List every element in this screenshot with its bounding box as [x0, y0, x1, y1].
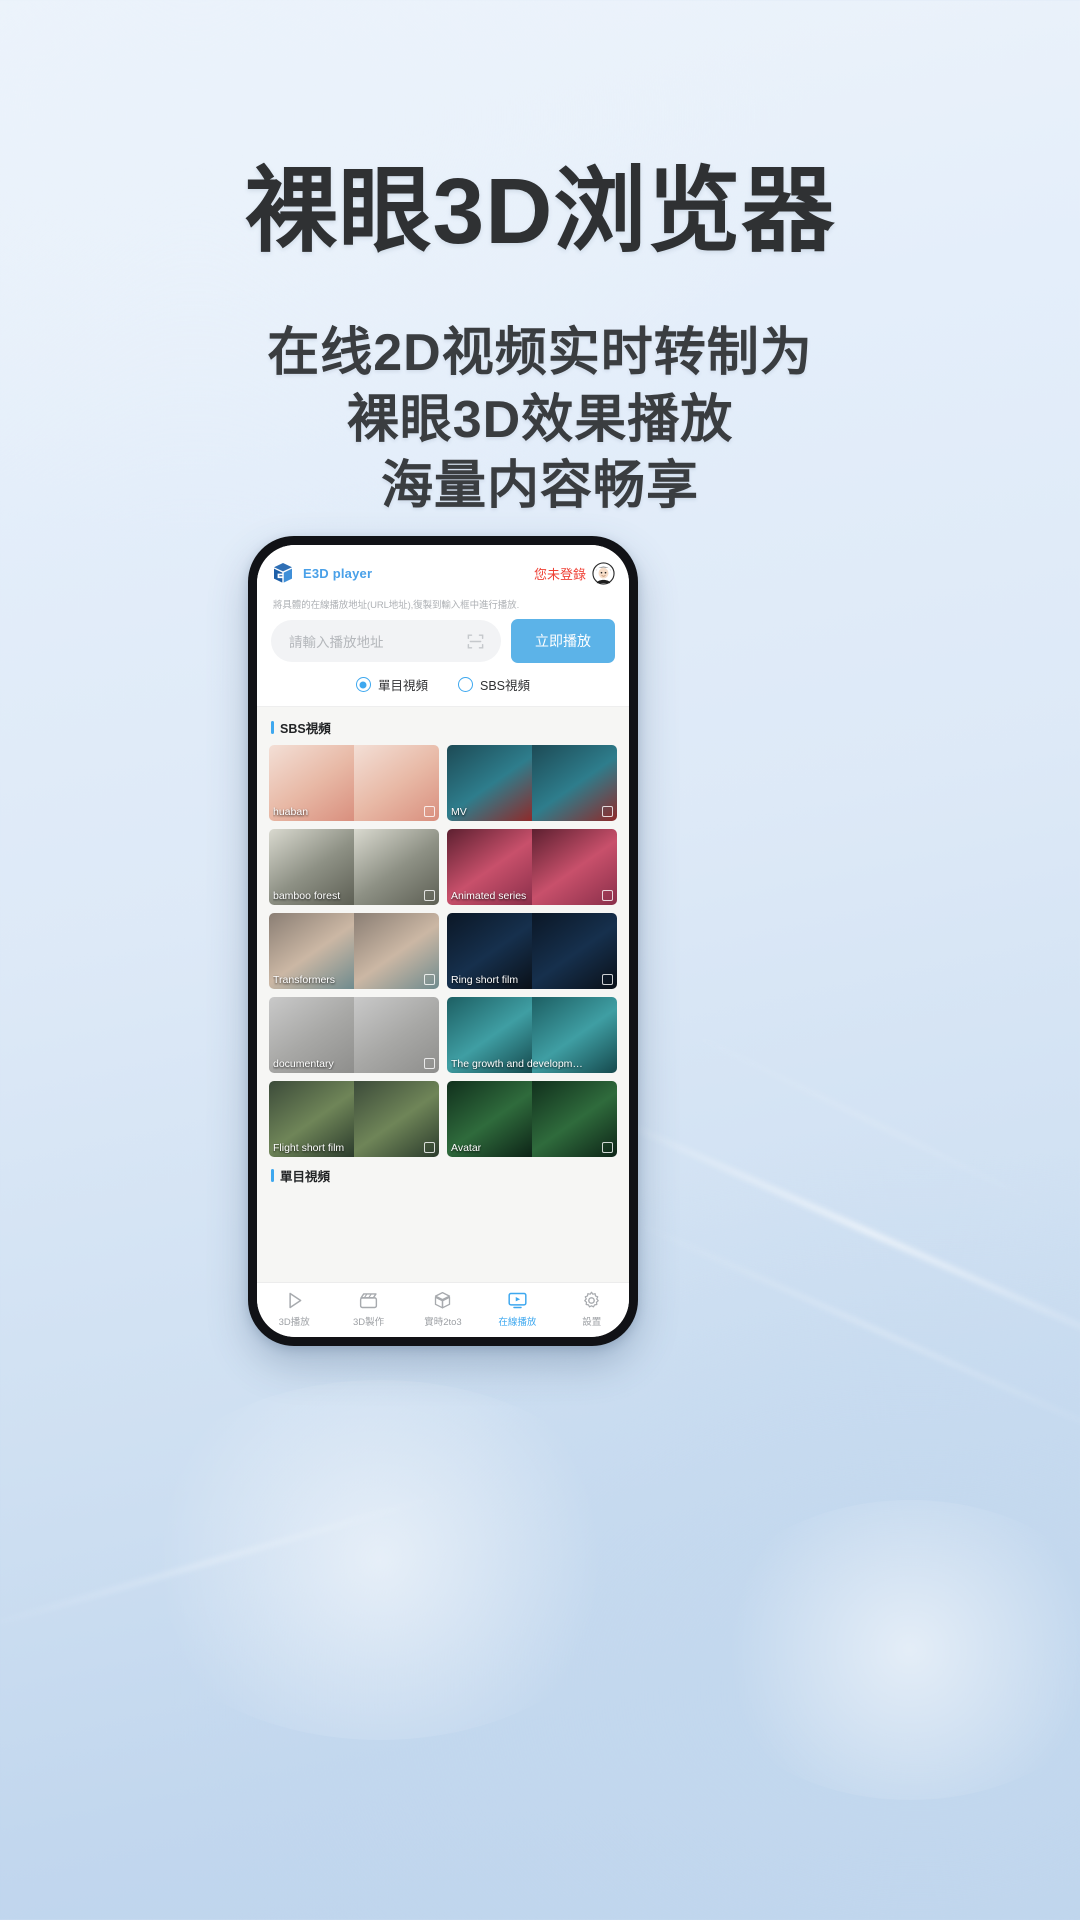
mode-radio-group: 單目視頻 SBS視頻 [257, 675, 629, 707]
cube-convert-icon[interactable] [432, 1290, 453, 1311]
gear-icon[interactable] [581, 1290, 602, 1311]
subtitle-line-3: 海量内容畅享 [380, 457, 699, 516]
user-avatar-icon[interactable] [592, 561, 615, 585]
video-title: huaban [273, 806, 309, 818]
account-status[interactable]: 您未登錄 [534, 561, 615, 585]
play-triangle-icon[interactable] [284, 1290, 305, 1311]
page-title: 裸眼3D浏览器 [244, 159, 836, 263]
tab-5[interactable]: 設置 [558, 1290, 626, 1328]
background-glow [700, 1500, 1080, 1800]
tab-label: 實時2to3 [424, 1317, 462, 1328]
stereo-badge-icon [602, 1142, 613, 1153]
video-title: Transformers [273, 974, 336, 986]
section-accent-bar [271, 721, 274, 734]
radio-dot-icon[interactable] [458, 677, 473, 692]
stereo-badge-icon [424, 890, 435, 901]
stereo-badge-icon [602, 890, 613, 901]
tab-4[interactable]: 在線播放 [483, 1290, 551, 1328]
video-tile[interactable]: MV [447, 745, 617, 821]
radio-label-mono: 單目視頻 [377, 679, 428, 693]
video-tile[interactable]: Avatar [447, 1081, 617, 1157]
section-accent-bar [271, 1169, 274, 1182]
bottom-tab-bar: 3D播放 3D製作 實時2to3 在線播放 設置 [257, 1282, 629, 1337]
search-input[interactable]: 請輸入播放地址 [271, 620, 501, 662]
radio-option-mono[interactable]: 單目視頻 [355, 675, 428, 694]
background-light-streak [585, 1104, 1080, 1361]
video-tile[interactable]: Transformers [269, 913, 439, 989]
stereo-badge-icon [424, 806, 435, 817]
scan-qr-icon[interactable] [466, 632, 485, 651]
tab-label: 3D播放 [278, 1317, 310, 1328]
address-placeholder: 請輸入播放地址 [289, 635, 384, 650]
tab-label: 3D製作 [353, 1317, 385, 1328]
tab-label: 設置 [582, 1317, 602, 1328]
stereo-badge-icon [424, 974, 435, 985]
video-title: MV [451, 806, 467, 818]
video-title: bamboo forest [273, 890, 341, 902]
subtitle-line-1: 在线2D视频实时转制为 [267, 324, 813, 383]
monitor-play-icon[interactable] [507, 1290, 528, 1311]
video-tile[interactable]: huaban [269, 745, 439, 821]
video-tile[interactable]: documentary [269, 997, 439, 1073]
phone-mockup: E3D player 您未登錄 將具體的在線播放地址(URL地址),復製到輸入框… [248, 536, 638, 1346]
tab-2[interactable]: 3D製作 [335, 1290, 403, 1328]
stereo-badge-icon [602, 806, 613, 817]
video-title: Ring short film [451, 974, 519, 986]
film-clapper-icon[interactable] [358, 1290, 379, 1311]
background-light-streak [623, 1216, 1080, 1447]
video-title: Avatar [451, 1142, 482, 1154]
background-light-streak [680, 1028, 1060, 1214]
page-subtitle: 在线2D视频实时转制为 裸眼3D效果播放 海量内容畅享 [0, 320, 1080, 520]
tab-label: 在線播放 [498, 1317, 537, 1328]
video-grid: huaban MV bamboo forest Animated series Tran… [257, 745, 629, 1157]
cube-3d-icon [271, 561, 295, 585]
app-header: E3D player 您未登錄 [257, 545, 629, 593]
video-title: The growth and developm… [451, 1058, 583, 1070]
radio-label-sbs: SBS視頻 [480, 679, 531, 693]
video-title: Flight short film [273, 1142, 345, 1154]
stereo-badge-icon [424, 1058, 435, 1069]
background-glow [120, 1380, 640, 1740]
subtitle-line-2: 裸眼3D效果播放 [346, 390, 734, 449]
login-status-text[interactable]: 您未登錄 [534, 564, 586, 583]
stereo-badge-icon [602, 974, 613, 985]
section-title: SBS視頻 [280, 722, 331, 736]
video-tile[interactable]: bamboo forest [269, 829, 439, 905]
video-tile[interactable]: Animated series [447, 829, 617, 905]
section-header-mono: 單目視頻 [257, 1157, 629, 1193]
video-tile[interactable]: Ring short film [447, 913, 617, 989]
tab-3[interactable]: 實時2to3 [409, 1290, 477, 1328]
play-now-button[interactable]: 立即播放 [511, 619, 615, 663]
video-list-area[interactable]: SBS視頻 huaban MV bamboo forest Animated seri… [257, 707, 629, 1282]
address-input-row: 請輸入播放地址 立即播放 [257, 619, 629, 675]
video-title: Animated series [451, 890, 527, 902]
video-tile[interactable]: The growth and developm… [447, 997, 617, 1073]
brand-name: E3D player [303, 565, 373, 581]
background-light-streak [0, 1491, 451, 1633]
brand-block: E3D player [271, 561, 372, 585]
video-tile[interactable]: Flight short film [269, 1081, 439, 1157]
phone-screen: E3D player 您未登錄 將具體的在線播放地址(URL地址),復製到輸入框… [257, 545, 629, 1337]
section-header-sbs: SBS視頻 [257, 707, 629, 745]
video-title: documentary [273, 1058, 334, 1070]
stereo-badge-icon [424, 1142, 435, 1153]
section-title: 單目視頻 [280, 1170, 331, 1184]
tab-1[interactable]: 3D播放 [260, 1290, 328, 1328]
radio-dot-selected-icon[interactable] [355, 677, 371, 692]
usage-hint: 將具體的在線播放地址(URL地址),復製到輸入框中進行播放. [257, 593, 629, 619]
radio-option-sbs[interactable]: SBS視頻 [458, 675, 530, 694]
headline-block: 裸眼3D浏览器 在线2D视频实时转制为 裸眼3D效果播放 海量内容畅享 [0, 160, 1080, 520]
